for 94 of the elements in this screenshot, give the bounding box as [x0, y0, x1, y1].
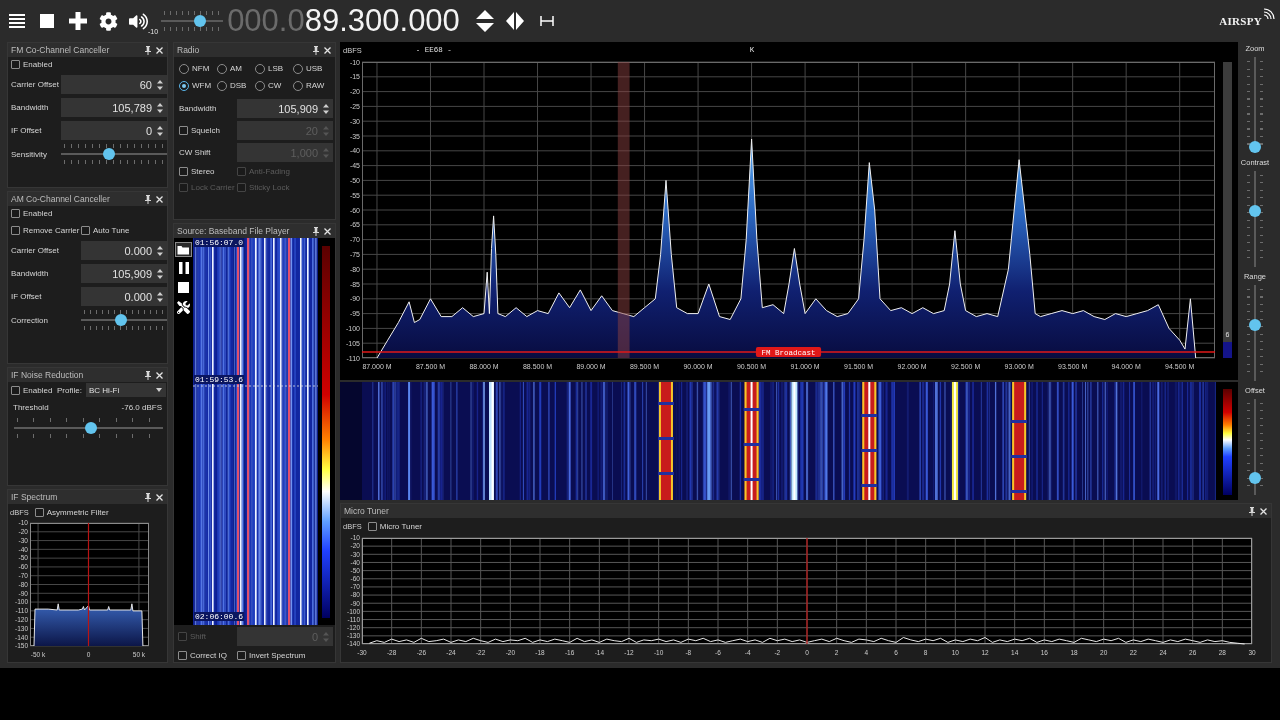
field-label: IF Offset — [11, 292, 42, 301]
left-right-arrows-icon[interactable] — [505, 12, 524, 30]
tick-marks — [164, 27, 221, 31]
checkbox[interactable]: Asymmetric Filter — [34, 505, 109, 519]
radio-option[interactable]: DSB — [217, 78, 255, 93]
slider-thumb[interactable] — [103, 148, 116, 160]
speaker-icon[interactable] — [129, 11, 148, 31]
pin-icon[interactable] — [1249, 506, 1255, 516]
panel-title: Radio — [177, 45, 201, 55]
field-label: Profile: — [57, 385, 82, 395]
logo-text: AIRSPY — [1219, 15, 1262, 27]
timestamp-label: 01:59:53.6 — [194, 375, 244, 384]
spin-field[interactable]: 0 — [61, 121, 167, 140]
field-value: -76.0 dBFS — [121, 403, 162, 412]
checkbox[interactable]: Micro Tuner — [367, 519, 422, 533]
panel-title: AM Co-Channel Canceller — [11, 194, 111, 204]
pin-icon[interactable] — [145, 45, 151, 55]
plus-icon[interactable] — [69, 12, 87, 30]
radio-option[interactable]: RAW — [293, 78, 331, 93]
folder-icon[interactable] — [175, 242, 192, 257]
spin-field[interactable]: 0.000 — [81, 287, 167, 306]
field-label: IF Offset — [11, 126, 42, 135]
spin-field[interactable]: 0.000 — [81, 241, 167, 260]
spin-field[interactable]: 60 — [61, 75, 167, 94]
radio-option[interactable]: USB — [293, 61, 331, 76]
slider-thumb[interactable] — [1249, 319, 1261, 332]
checkbox[interactable]: Enabled — [11, 207, 53, 220]
tools-icon[interactable] — [177, 301, 190, 314]
menu-icon[interactable] — [9, 14, 25, 28]
panel-title: IF Spectrum — [11, 492, 59, 502]
timestamp-label: 02:06:00.6 — [194, 612, 244, 621]
slider-thumb[interactable] — [1249, 141, 1261, 153]
checkbox[interactable]: Auto Tune — [81, 224, 130, 237]
checkbox[interactable]: Remove Carrier — [11, 224, 80, 237]
checkbox[interactable]: Stereo — [179, 165, 215, 178]
checkbox[interactable]: Invert Spectrum — [237, 649, 306, 662]
slider-thumb[interactable] — [1249, 472, 1261, 485]
field-label: Bandwidth — [179, 104, 217, 113]
slider-thumb[interactable] — [85, 422, 98, 434]
frequency-display[interactable]: 000.089.300.000 — [227, 4, 460, 38]
tick-marks — [164, 11, 221, 15]
field-label: Sensitivity — [11, 149, 47, 159]
spin-field[interactable]: 105,789 — [61, 98, 167, 117]
spin-arrows-icon[interactable] — [157, 124, 163, 137]
slider-thumb[interactable] — [115, 314, 128, 326]
spin-arrows-icon[interactable] — [157, 290, 163, 303]
spin-field[interactable]: 105,909 — [237, 99, 333, 118]
slider-thumb[interactable] — [1249, 204, 1261, 217]
radio-option[interactable]: CW — [255, 78, 293, 93]
spin-arrows-icon[interactable] — [157, 244, 163, 257]
field-label: Bandwidth — [11, 269, 49, 278]
caret-icon[interactable] — [156, 388, 162, 392]
close-icon[interactable] — [156, 371, 163, 379]
pin-icon[interactable] — [145, 492, 151, 502]
dropdown-field[interactable]: BC Hi-Fi — [86, 383, 166, 397]
spin-arrows-icon[interactable] — [157, 267, 163, 280]
signal-arcs-icon — [1263, 8, 1275, 20]
radio-option[interactable]: NFM — [179, 61, 217, 76]
span-width-icon[interactable] — [539, 16, 554, 26]
close-icon[interactable] — [324, 46, 331, 54]
spin-arrows-icon[interactable] — [157, 101, 163, 114]
pin-icon[interactable] — [313, 45, 319, 55]
close-icon[interactable] — [156, 493, 163, 501]
field-label: Correction — [11, 315, 48, 325]
radio-option[interactable]: AM — [217, 61, 255, 76]
radio-option[interactable]: LSB — [255, 61, 293, 76]
panel-title: Micro Tuner — [344, 506, 390, 516]
pause-icon[interactable] — [178, 262, 189, 274]
panel-title: Source: Baseband File Player — [177, 226, 291, 236]
up-down-arrows-icon[interactable] — [475, 10, 494, 32]
spin-field[interactable]: 105,909 — [81, 264, 167, 283]
field-label: Threshold — [13, 403, 49, 412]
panel-title: FM Co-Channel Canceller — [11, 45, 111, 55]
close-icon[interactable] — [156, 46, 163, 54]
pin-icon[interactable] — [145, 370, 151, 380]
checkbox[interactable]: Enabled — [11, 383, 53, 397]
field-label: Bandwidth — [11, 103, 49, 112]
close-icon[interactable] — [324, 227, 331, 235]
field-label: Carrier Offset — [11, 246, 59, 255]
radio-option[interactable]: WFM — [179, 78, 217, 93]
panel-title: IF Noise Reduction — [11, 370, 85, 380]
field-label: CW Shift — [179, 148, 211, 157]
close-icon[interactable] — [1260, 507, 1267, 515]
pin-icon[interactable] — [145, 194, 151, 204]
slider-thumb[interactable] — [193, 15, 206, 27]
checkbox[interactable]: Correct IQ — [178, 649, 227, 662]
timestamp-label: 01:56:07.0 — [194, 238, 244, 247]
field-label: Carrier Offset — [11, 80, 59, 89]
settings-icon[interactable] — [99, 11, 118, 31]
spin-arrows-icon[interactable] — [323, 102, 329, 115]
close-icon[interactable] — [156, 195, 163, 203]
checkbox[interactable]: Enabled — [11, 58, 53, 71]
spin-arrows-icon[interactable] — [157, 78, 163, 91]
pin-icon[interactable] — [313, 226, 319, 236]
